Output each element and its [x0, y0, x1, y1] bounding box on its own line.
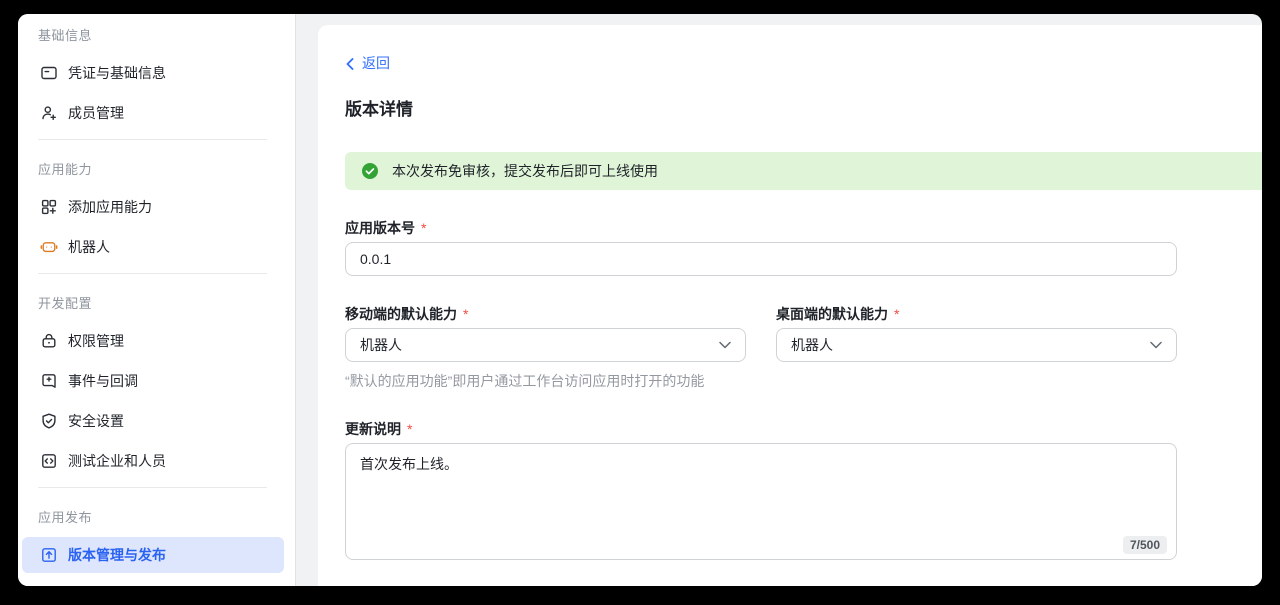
- sidebar-item-label: 凭证与基础信息: [68, 63, 166, 83]
- sidebar-divider: [38, 487, 267, 488]
- robot-icon: [40, 238, 58, 256]
- version-detail-card: 返回 版本详情 本次发布免审核，提交发布后即可上线使用 应用版本号: [318, 25, 1262, 586]
- sidebar-item-add-capability[interactable]: 添加应用能力: [22, 189, 284, 225]
- desktop-capability-select[interactable]: 机器人: [776, 328, 1177, 362]
- required-mark: *: [407, 421, 412, 437]
- desktop-capability-col: 桌面端的默认能力 * 机器人: [776, 276, 1177, 391]
- sidebar-item-credentials[interactable]: 凭证与基础信息: [22, 55, 284, 91]
- update-notes-wrap: 首次发布上线。 7/500: [345, 443, 1177, 560]
- back-link[interactable]: 返回: [345, 55, 390, 72]
- member-add-icon: [40, 104, 58, 122]
- shield-check-icon: [40, 412, 58, 430]
- version-form: 应用版本号 * 移动端的默认能力 * 机器人: [345, 220, 1177, 560]
- sidebar-item-label: 版本管理与发布: [68, 545, 166, 565]
- desktop-capability-value: 机器人: [791, 335, 833, 355]
- success-check-icon: [361, 162, 379, 180]
- sidebar-item-label: 权限管理: [68, 331, 124, 351]
- back-label: 返回: [362, 55, 390, 72]
- code-test-icon: [40, 452, 58, 470]
- desktop-capability-label: 桌面端的默认能力 *: [776, 306, 1177, 322]
- sidebar-item-label: 事件与回调: [68, 371, 138, 391]
- sidebar-item-label: 添加应用能力: [68, 197, 152, 217]
- credential-card-icon: [40, 64, 58, 82]
- sidebar-item-label: 测试企业和人员: [68, 451, 166, 471]
- capability-row: 移动端的默认能力 * 机器人 “: [345, 276, 1177, 391]
- sidebar-section-basic-info: 基础信息: [38, 29, 295, 43]
- add-capability-icon: [40, 198, 58, 216]
- publish-icon: [40, 546, 58, 564]
- screenshot-stage: 基础信息 凭证与基础信息 成员管: [0, 0, 1280, 605]
- sidebar-item-version-release[interactable]: 版本管理与发布: [22, 537, 284, 573]
- version-number-label: 应用版本号 *: [345, 220, 1177, 236]
- sidebar-item-test-org[interactable]: 测试企业和人员: [22, 443, 284, 479]
- sidebar-item-label: 机器人: [68, 237, 110, 257]
- required-mark: *: [894, 306, 899, 322]
- event-callback-icon: [40, 372, 58, 390]
- sidebar-item-permissions[interactable]: 权限管理: [22, 323, 284, 359]
- page-title: 版本详情: [345, 99, 1262, 121]
- banner-text: 本次发布免审核，提交发布后即可上线使用: [392, 161, 658, 181]
- sidebar-section-dev-config: 开发配置: [38, 297, 295, 311]
- sidebar-item-members[interactable]: 成员管理: [22, 95, 284, 131]
- app-window: 基础信息 凭证与基础信息 成员管: [18, 14, 1262, 586]
- sidebar: 基础信息 凭证与基础信息 成员管: [18, 14, 296, 586]
- sidebar-section-capabilities: 应用能力: [38, 163, 295, 177]
- version-number-input[interactable]: [345, 242, 1177, 276]
- sidebar-section-release: 应用发布: [38, 511, 295, 525]
- mobile-capability-select[interactable]: 机器人: [345, 328, 746, 362]
- required-mark: *: [463, 306, 468, 322]
- chevron-down-icon: [1150, 341, 1162, 349]
- main-area: 返回 版本详情 本次发布免审核，提交发布后即可上线使用 应用版本号: [296, 14, 1262, 586]
- sidebar-item-events[interactable]: 事件与回调: [22, 363, 284, 399]
- sidebar-divider: [38, 139, 267, 140]
- sidebar-item-label: 成员管理: [68, 103, 124, 123]
- mobile-capability-value: 机器人: [360, 335, 402, 355]
- mobile-capability-label: 移动端的默认能力 *: [345, 306, 746, 322]
- sidebar-item-label: 安全设置: [68, 411, 124, 431]
- sidebar-divider: [38, 273, 267, 274]
- sidebar-item-bot[interactable]: 机器人: [22, 229, 284, 265]
- success-banner: 本次发布免审核，提交发布后即可上线使用: [345, 152, 1262, 190]
- required-mark: *: [421, 220, 426, 236]
- update-notes-label: 更新说明 *: [345, 421, 1177, 437]
- back-chevron-icon: [345, 58, 355, 70]
- sidebar-item-security[interactable]: 安全设置: [22, 403, 284, 439]
- capability-hint: “默认的应用功能”即用户通过工作台访问应用时打开的功能: [345, 371, 746, 391]
- lock-icon: [40, 332, 58, 350]
- update-notes-textarea[interactable]: 首次发布上线。: [345, 443, 1177, 560]
- mobile-capability-col: 移动端的默认能力 * 机器人 “: [345, 276, 746, 391]
- chevron-down-icon: [719, 341, 731, 349]
